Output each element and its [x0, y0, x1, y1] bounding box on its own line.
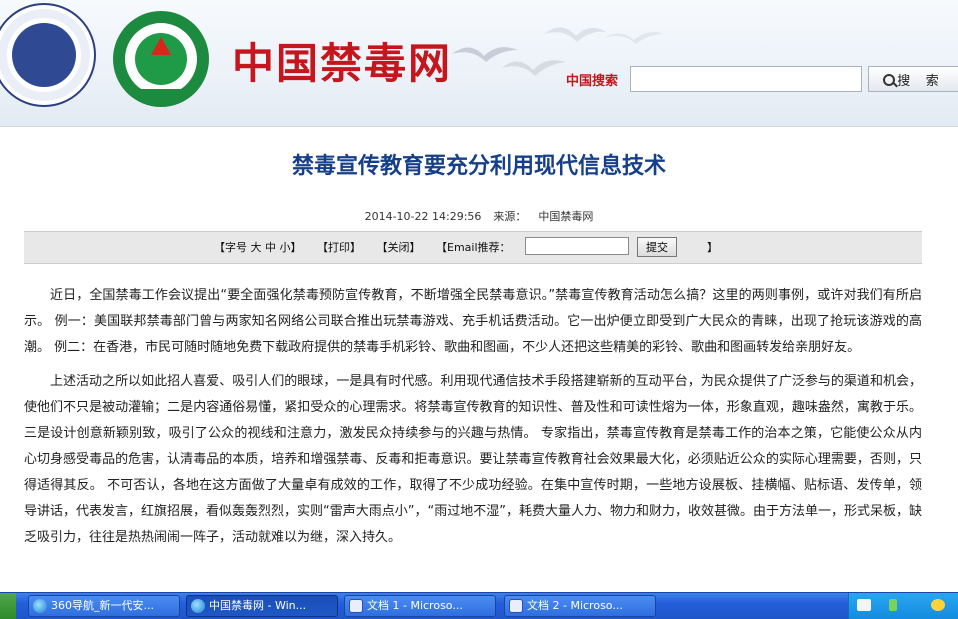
- taskbar-item-doc1[interactable]: 文档 1 - Microso...: [344, 595, 496, 617]
- search-button[interactable]: 搜 索: [868, 66, 958, 92]
- search-input[interactable]: [630, 66, 862, 92]
- keyboard-icon[interactable]: [857, 599, 871, 611]
- article-meta: 2014-10-22 14:29:56 来源： 中国禁毒网: [0, 208, 958, 224]
- start-button[interactable]: [0, 593, 16, 619]
- article-body: 近日，全国禁毒工作会议提出“要全面强化禁毒预防宣传教育，不断增强全民禁毒意识。”…: [24, 283, 922, 559]
- print-link[interactable]: 【打印】: [317, 241, 361, 254]
- battery-icon[interactable]: [889, 599, 897, 611]
- article-paragraph: 近日，全国禁毒工作会议提出“要全面强化禁毒预防宣传教育，不断增强全民禁毒意识。”…: [24, 288, 922, 355]
- article-toolbar: 【字号 大 中 小】 【打印】 【关闭】 【Email推荐： 提交 】: [24, 231, 922, 264]
- taskbar-item-doc2[interactable]: 文档 2 - Microso...: [504, 595, 656, 617]
- site-title: 中国禁毒网: [232, 39, 453, 88]
- nncc-logo: [0, 3, 96, 107]
- ie-icon: [33, 599, 47, 613]
- ie-icon: [191, 599, 205, 613]
- qq-icon[interactable]: [931, 599, 945, 611]
- taskbar-item-label: 中国禁毒网 - Win...: [209, 599, 307, 612]
- taskbar-item-nncc[interactable]: 中国禁毒网 - Win...: [186, 595, 338, 617]
- site-header: 中国禁毒网 中国搜索 搜 索: [0, 0, 958, 127]
- system-tray: [848, 593, 958, 619]
- email-label: 【Email推荐：: [436, 241, 511, 254]
- seagull-decoration: [502, 60, 566, 76]
- search-icon: [883, 73, 896, 86]
- toolbar-bracket: 】: [707, 241, 718, 254]
- word-icon: [509, 599, 523, 613]
- article-date: 2014-10-22 14:29:56: [364, 210, 482, 223]
- submit-button[interactable]: 提交: [637, 237, 677, 257]
- narcotics-control-foundation-logo: [113, 11, 209, 107]
- source-label: 来源：: [493, 210, 527, 223]
- email-field[interactable]: [525, 237, 629, 255]
- taskbar-item-label: 360导航_新一代安...: [51, 599, 154, 612]
- taskbar-item-label: 文档 1 - Microso...: [367, 599, 463, 612]
- font-size-control[interactable]: 【字号 大 中 小】: [214, 241, 302, 254]
- taskbar-item-label: 文档 2 - Microso...: [527, 599, 623, 612]
- word-icon: [349, 599, 363, 613]
- search-label: 中国搜索: [566, 74, 619, 89]
- seagull-decoration: [604, 32, 664, 44]
- article-title: 禁毒宣传教育要充分利用现代信息技术: [291, 153, 666, 179]
- windows-taskbar: 360导航_新一代安... 中国禁毒网 - Win... 文档 1 - Micr…: [0, 592, 958, 619]
- close-link[interactable]: 【关闭】: [377, 241, 421, 254]
- article-paragraph: 上述活动之所以如此招人喜爱、吸引人们的眼球，一是具有时代感。利用现代通信技术手段…: [24, 374, 922, 545]
- taskbar-item-360-nav[interactable]: 360导航_新一代安...: [28, 595, 180, 617]
- article-source: 中国禁毒网: [538, 210, 594, 223]
- search-button-label: 搜 索: [897, 72, 945, 88]
